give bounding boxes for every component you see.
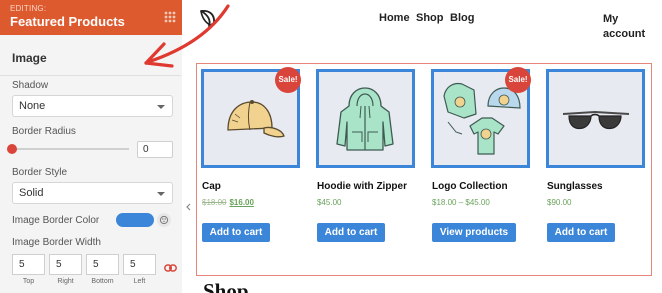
shop-section-heading: Shop — [203, 279, 249, 293]
border-radius-slider-track[interactable] — [12, 148, 129, 150]
product-price-hoodie: $45.00 — [317, 198, 342, 207]
chevron-down-icon — [157, 105, 165, 109]
border-radius-label: Border Radius — [12, 126, 76, 137]
nav-my-account[interactable]: My account — [603, 12, 653, 42]
border-width-bottom-input[interactable]: 5 — [86, 254, 119, 275]
product-name-cap[interactable]: Cap — [202, 181, 221, 192]
product-image-hoodie[interactable] — [316, 69, 415, 168]
shadow-label: Shadow — [12, 80, 49, 91]
shadow-select[interactable]: None — [12, 95, 173, 117]
border-color-swatch[interactable] — [116, 213, 154, 227]
nav-home[interactable]: Home — [379, 12, 410, 24]
color-picker-icon[interactable] — [157, 213, 171, 227]
product-price-sunglasses: $90.00 — [547, 198, 572, 207]
border-width-top-label: Top — [22, 278, 35, 285]
border-style-select[interactable]: Solid — [12, 182, 173, 204]
sale-badge: Sale! — [275, 67, 301, 93]
border-width-left-label: Left — [133, 278, 146, 285]
product-image-sunglasses[interactable] — [546, 69, 645, 168]
panel-header: EDITING: Featured Products — [0, 0, 182, 35]
product-name-sunglasses[interactable]: Sunglasses — [547, 181, 603, 192]
view-products-button[interactable]: View products — [432, 223, 516, 242]
collapse-panel-icon[interactable] — [185, 203, 192, 211]
border-width-left-input[interactable]: 5 — [123, 254, 156, 275]
leaf-logo-icon[interactable] — [198, 8, 218, 28]
border-radius-slider-thumb[interactable] — [7, 144, 17, 154]
product-price-cap: $18.00 $16.00 — [202, 198, 254, 207]
sale-price: $16.00 — [229, 198, 254, 207]
section-divider — [0, 75, 181, 76]
add-to-cart-button-hoodie[interactable]: Add to cart — [317, 223, 385, 242]
border-style-value: Solid — [19, 187, 44, 199]
sale-badge: Sale! — [505, 67, 531, 93]
shadow-value: None — [19, 100, 46, 112]
panel-title: Featured Products — [10, 14, 125, 29]
image-border-width-label: Image Border Width — [12, 237, 101, 248]
border-width-top-input[interactable]: 5 — [12, 254, 45, 275]
product-name-hoodie[interactable]: Hoodie with Zipper — [317, 181, 407, 192]
panel-body: Image Shadow None Border Radius 0 Border… — [0, 35, 182, 293]
border-width-right-label: Right — [57, 278, 74, 285]
store-header — [191, 0, 662, 52]
nav-shop[interactable]: Shop — [416, 12, 444, 24]
section-title[interactable]: Image — [12, 51, 47, 65]
grid-menu-icon[interactable] — [159, 6, 181, 28]
editing-label: EDITING: — [10, 4, 47, 13]
product-price-logo-collection: $18.00 – $45.00 — [432, 198, 490, 207]
link-icon[interactable] — [164, 263, 177, 273]
add-to-cart-button-cap[interactable]: Add to cart — [202, 223, 270, 242]
border-width-right-input[interactable]: 5 — [49, 254, 82, 275]
chevron-down-icon — [157, 192, 165, 196]
old-price: $18.00 — [202, 198, 227, 207]
image-border-color-label: Image Border Color — [12, 215, 100, 226]
border-radius-input[interactable]: 0 — [137, 141, 173, 158]
product-name-logo-collection[interactable]: Logo Collection — [432, 181, 508, 192]
border-width-bottom-label: Bottom — [91, 278, 114, 285]
add-to-cart-button-sunglasses[interactable]: Add to cart — [547, 223, 615, 242]
border-style-label: Border Style — [12, 167, 68, 178]
editor-panel: EDITING: Featured Products Image Shadow … — [0, 0, 182, 293]
nav-blog[interactable]: Blog — [450, 12, 474, 24]
